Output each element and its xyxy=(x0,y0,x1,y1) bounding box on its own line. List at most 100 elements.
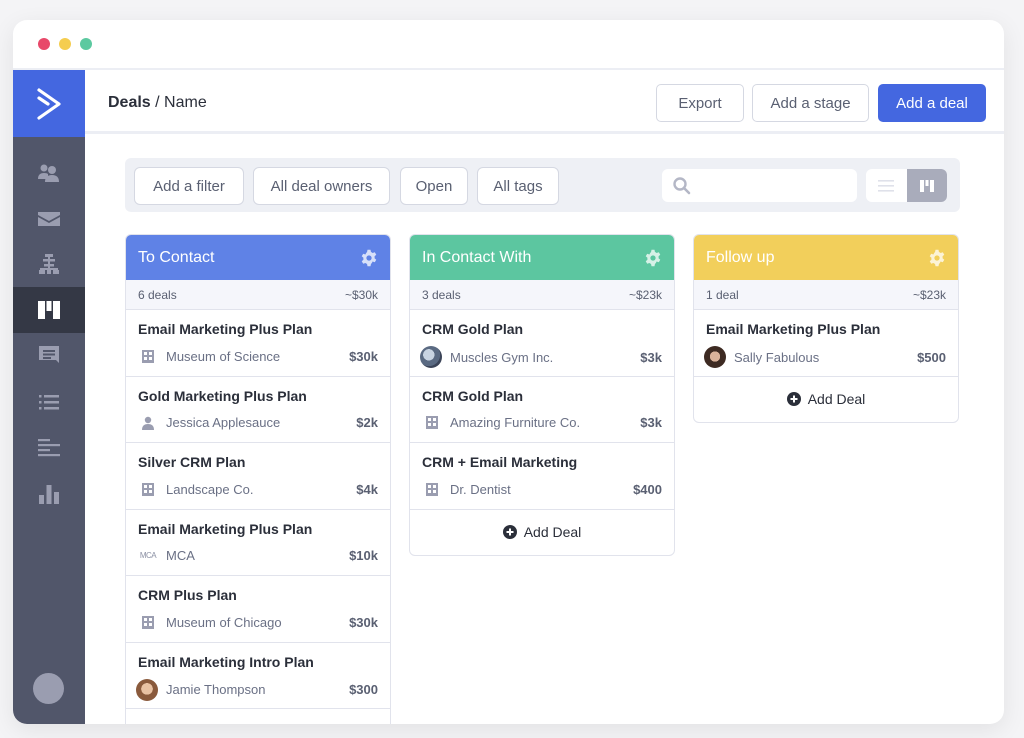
deal-amount: $30k xyxy=(349,614,378,630)
bar-chart-icon xyxy=(39,485,59,504)
deal-owners-dropdown[interactable]: All deal owners xyxy=(253,167,390,205)
deal-title: Email Marketing Plus Plan xyxy=(138,520,313,537)
deal-amount: $30k xyxy=(349,348,378,364)
search-box[interactable] xyxy=(662,169,857,202)
deal-amount: $400 xyxy=(633,481,662,497)
sidebar xyxy=(13,70,85,724)
sidebar-item-contacts[interactable] xyxy=(13,150,85,196)
person-icon xyxy=(142,416,154,430)
breadcrumb-current: Name xyxy=(164,94,207,111)
stage-header: To Contact xyxy=(126,235,390,280)
deal-card[interactable]: CRM Gold Plan Muscles Gym Inc. $3k xyxy=(410,310,674,377)
sidebar-item-automations[interactable] xyxy=(13,242,85,288)
building-icon xyxy=(142,349,154,363)
activecampaign-logo-icon xyxy=(37,87,61,120)
deal-card[interactable]: Email Marketing Plus Plan Museum of Scie… xyxy=(126,310,390,377)
deal-contact[interactable]: Jessica Applesauce xyxy=(166,415,280,430)
breadcrumb-root[interactable]: Deals xyxy=(108,94,151,111)
stage-header: Follow up xyxy=(694,235,958,280)
add-deal-label: Add Deal xyxy=(807,391,866,407)
stage-total: ~$23k xyxy=(628,287,662,302)
add-deal-link[interactable]: Add Deal xyxy=(694,377,958,422)
deal-title: CRM Plus Plan xyxy=(138,587,237,603)
stage-title: Follow up xyxy=(706,248,775,266)
close-window-button[interactable] xyxy=(38,38,50,50)
gear-icon[interactable] xyxy=(928,249,946,267)
stage-column-follow-up: Follow up 1 deal ~$23k Email Marketing P… xyxy=(693,234,959,423)
maximize-window-button[interactable] xyxy=(80,38,92,50)
deal-card[interactable]: Email Marketing Plus Plan Sally Fabulous… xyxy=(694,310,958,377)
kanban-icon xyxy=(920,179,934,192)
export-button[interactable]: Export xyxy=(656,84,744,122)
board-view-button[interactable] xyxy=(907,169,947,202)
contact-avatar xyxy=(136,678,158,701)
deal-count: 1 deal xyxy=(706,287,739,302)
deal-card[interactable]: CRM Gold Plan Amazing Furniture Co. $3k xyxy=(410,377,674,443)
deal-card[interactable]: CRM Plus Plan Museum of Chicago $30k xyxy=(126,576,390,643)
title-bar xyxy=(13,20,1004,68)
status-dropdown[interactable]: Open xyxy=(400,167,468,205)
deal-card[interactable]: Email Marketing Plus Plan MCA MCA $10k xyxy=(126,510,390,576)
plus-circle-icon xyxy=(502,525,517,539)
breadcrumb: Deals / Name xyxy=(108,94,207,112)
deal-title: CRM Gold Plan xyxy=(422,321,524,337)
deal-amount: $3k xyxy=(640,415,662,430)
stage-column-to-contact: To Contact 6 deals ~$30k Email Marketing… xyxy=(125,234,391,724)
list-view-button[interactable] xyxy=(866,169,906,202)
add-deal-link[interactable]: Add Deal xyxy=(410,510,674,555)
deal-contact[interactable]: Landscape Co. xyxy=(166,482,253,497)
deal-contact[interactable]: Museum of Chicago xyxy=(166,615,282,630)
stage-summary: 6 deals ~$30k xyxy=(126,280,390,310)
sidebar-item-analytics[interactable] xyxy=(13,471,85,517)
deal-title: CRM Gold Plan xyxy=(422,387,524,404)
align-left-icon xyxy=(38,439,60,457)
building-icon xyxy=(426,482,438,496)
deal-amount: $3k xyxy=(640,349,662,365)
deal-contact[interactable]: MCA xyxy=(166,548,195,563)
deal-title: Email Marketing Plus Plan xyxy=(706,321,881,337)
deal-contact[interactable]: Amazing Furniture Co. xyxy=(450,415,580,430)
deal-amount: $500 xyxy=(917,349,946,365)
deal-contact[interactable]: Museum of Science xyxy=(166,349,280,364)
deal-count: 6 deals xyxy=(138,287,177,302)
add-filter-button[interactable]: Add a filter xyxy=(134,167,244,205)
deal-card[interactable]: Email Marketing Intro Plan Jamie Thompso… xyxy=(126,643,390,709)
list-icon xyxy=(39,395,59,410)
add-stage-button[interactable]: Add a stage xyxy=(752,84,869,122)
deal-amount: $300 xyxy=(349,682,378,697)
gear-icon[interactable] xyxy=(360,249,378,267)
gear-icon[interactable] xyxy=(644,249,662,267)
deal-amount: $2k xyxy=(356,415,378,430)
sidebar-item-deals[interactable] xyxy=(13,287,85,333)
deal-card[interactable]: Silver CRM Plan Landscape Co. $4k xyxy=(126,443,390,510)
sidebar-item-lists[interactable] xyxy=(13,379,85,425)
deal-card[interactable]: Gold Marketing Plus Plan Jessica Applesa… xyxy=(126,377,390,443)
sidebar-item-reports[interactable] xyxy=(13,425,85,471)
logo[interactable] xyxy=(13,70,85,137)
stage-header: In Contact With xyxy=(410,235,674,280)
breadcrumb-separator: / xyxy=(150,94,165,111)
minimize-window-button[interactable] xyxy=(59,38,71,50)
sidebar-item-email[interactable] xyxy=(13,196,85,242)
contact-avatar xyxy=(704,346,726,368)
deal-contact[interactable]: Jamie Thompson xyxy=(166,682,265,697)
deal-amount: $10k xyxy=(349,548,378,563)
search-icon xyxy=(673,177,691,195)
stage-total: ~$30k xyxy=(344,287,378,302)
deal-contact[interactable]: Dr. Dentist xyxy=(450,482,511,497)
search-input[interactable] xyxy=(698,169,848,202)
deal-contact[interactable]: Sally Fabulous xyxy=(734,350,819,365)
building-icon xyxy=(426,416,438,429)
chat-icon xyxy=(39,346,59,363)
tags-dropdown[interactable]: All tags xyxy=(477,167,559,205)
contact-avatar xyxy=(420,346,442,368)
user-avatar[interactable] xyxy=(33,673,64,704)
deal-contact[interactable]: Muscles Gym Inc. xyxy=(450,350,553,365)
deal-card[interactable]: CRM + Email Marketing Dr. Dentist $400 xyxy=(410,443,674,510)
hamburger-list-icon xyxy=(878,179,894,192)
add-deal-button[interactable]: Add a deal xyxy=(878,84,986,122)
kanban-icon xyxy=(38,301,60,319)
sidebar-item-conversations[interactable] xyxy=(13,333,85,379)
deal-title: Email Marketing Intro Plan xyxy=(138,653,314,670)
stage-title: In Contact With xyxy=(422,248,532,266)
